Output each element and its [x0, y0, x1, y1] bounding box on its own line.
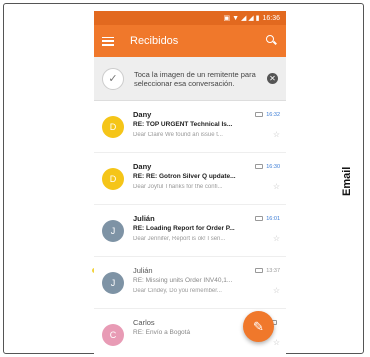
email-subject: RE: Missing units Order INV40,1...: [133, 277, 233, 284]
email-preview: Dear Joyful Thanks for the confi...: [133, 183, 223, 190]
close-icon[interactable]: ✕: [267, 73, 278, 84]
email-time: 16:32: [266, 111, 280, 118]
star-icon[interactable]: ☆: [273, 338, 280, 347]
email-header-row: Dany 16:32: [133, 110, 280, 119]
email-body: Julián 16:01 RE: Loading Report for Orde…: [133, 214, 280, 243]
banner-text: Toca la imagen de un remitente para sele…: [134, 69, 256, 88]
star-icon[interactable]: ☆: [273, 130, 280, 139]
email-meta: 13:37: [255, 268, 280, 274]
email-meta: 16:30: [255, 164, 280, 170]
email-preview-row: Dear Cindey, Do you remember... ☆: [133, 286, 280, 295]
status-icons: ▣ ▼ ◢ ◢ ▮: [223, 15, 260, 22]
status-bar: ▣ ▼ ◢ ◢ ▮ 16:36: [94, 11, 286, 25]
email-preview: Dear Claire We found an issue t...: [133, 131, 223, 138]
toolbar: Recibidos: [94, 25, 286, 57]
email-header-row: Julián 13:37: [133, 266, 280, 275]
email-time: 16:30: [266, 163, 280, 170]
toolbar-title: Recibidos: [130, 35, 179, 47]
email-body: Julián 13:37 RE: Missing units Order INV…: [133, 266, 280, 295]
email-meta: 16:01: [255, 216, 280, 222]
email-sender: Dany: [133, 110, 152, 119]
avatar[interactable]: D: [102, 116, 124, 138]
label-icon: [255, 216, 264, 221]
status-time: 16:36: [262, 14, 280, 22]
email-sender: Julián: [133, 214, 155, 223]
email-header-row: Julián 16:01: [133, 214, 280, 223]
star-icon[interactable]: ☆: [273, 234, 280, 243]
email-subject: RE: TOP URGENT Technical Is...: [133, 121, 233, 128]
avatar[interactable]: C: [102, 324, 124, 346]
label-icon: [255, 112, 264, 117]
email-meta: 16:32: [255, 112, 280, 118]
email-preview-row: Dear Claire We found an issue t... ☆: [133, 130, 280, 139]
selection-hint-banner: ✓ Toca la imagen de un remitente para se…: [94, 57, 286, 101]
avatar[interactable]: J: [102, 272, 124, 294]
email-subject: RE: Loading Report for Order P...: [133, 225, 235, 232]
star-icon[interactable]: ☆: [273, 182, 280, 191]
compose-button[interactable]: ✎: [243, 311, 274, 342]
email-header-row: Dany 16:30: [133, 162, 280, 171]
star-icon[interactable]: ☆: [273, 286, 280, 295]
email-list-item[interactable]: J Julián 13:37 RE: Missing units Order I…: [94, 257, 286, 309]
email-sender: Dany: [133, 162, 152, 171]
email-list-item[interactable]: D Dany 16:30 RE: RE: Gotron Silver Q upd…: [94, 153, 286, 205]
email-preview-row: Dear Jennifer, Report is ok! I sen... ☆: [133, 234, 280, 243]
email-sender: Carlos: [133, 318, 155, 327]
avatar[interactable]: D: [102, 168, 124, 190]
menu-icon[interactable]: [102, 36, 114, 46]
email-subject: RE: RE: Gotron Silver Q update...: [133, 173, 236, 180]
email-list-item[interactable]: J Julián 16:01 RE: Loading Report for Or…: [94, 205, 286, 257]
side-label: Email: [341, 166, 353, 196]
email-preview: Dear Cindey, Do you remember...: [133, 287, 222, 294]
email-preview: Dear Jennifer, Report is ok! I sen...: [133, 235, 226, 242]
avatar[interactable]: J: [102, 220, 124, 242]
email-time: 13:37: [266, 267, 280, 274]
check-icon: ✓: [102, 67, 124, 90]
email-body: Dany 16:30 RE: RE: Gotron Silver Q updat…: [133, 162, 280, 191]
phone-screen: ▣ ▼ ◢ ◢ ▮ 16:36 Recibidos ✓ Toca la imag…: [94, 11, 286, 355]
email-preview-row: Dear Joyful Thanks for the confi... ☆: [133, 182, 280, 191]
search-icon[interactable]: [266, 35, 278, 47]
email-time: 16:01: [266, 215, 280, 222]
email-list-item[interactable]: D Dany 16:32 RE: TOP URGENT Technical Is…: [94, 101, 286, 153]
label-icon: [255, 164, 264, 169]
label-icon: [255, 268, 264, 273]
email-body: Dany 16:32 RE: TOP URGENT Technical Is..…: [133, 110, 280, 139]
email-sender: Julián: [133, 266, 153, 275]
